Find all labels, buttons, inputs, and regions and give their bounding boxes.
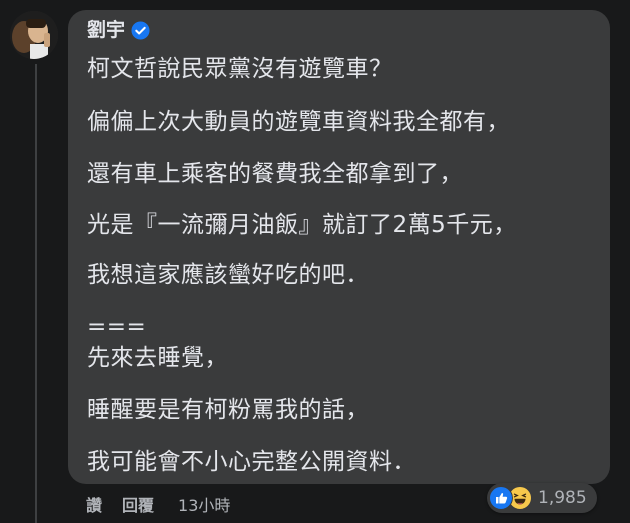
- comment-text-line: 睡醒要是有柯粉罵我的話，: [87, 397, 369, 423]
- comment-text-line: ===: [87, 314, 147, 340]
- reaction-count: 1,985: [538, 488, 587, 508]
- comment-bubble: 劉宇 柯文哲說民眾黨沒有遊覽車？ 偏偏上次大動員的遊覽車資料我全都有， 還有車上…: [68, 10, 610, 484]
- comment-text-line: 我可能會不小心完整公開資料．: [87, 449, 416, 475]
- author-name[interactable]: 劉宇: [87, 17, 125, 43]
- comment-text-line: 柯文哲說民眾黨沒有遊覽車？: [87, 56, 393, 82]
- like-icon: [489, 486, 513, 510]
- verified-badge-icon: [131, 20, 150, 40]
- avatar[interactable]: [10, 11, 58, 59]
- comment-text-line: 先來去睡覺，: [87, 345, 228, 371]
- avatar-image: [10, 11, 58, 59]
- thread-line: [35, 64, 37, 523]
- comment-text-line: 偏偏上次大動員的遊覽車資料我全都有，: [87, 109, 510, 135]
- comment-text-line: 我想這家應該蠻好吃的吧．: [87, 262, 369, 288]
- comment-text-line: 還有車上乘客的餐費我全都拿到了，: [87, 161, 463, 187]
- comment-actions: 讚 回覆 13小時: [86, 495, 230, 517]
- comment-author: 劉宇: [87, 17, 150, 43]
- reaction-summary[interactable]: 1,985: [487, 483, 597, 513]
- reply-link[interactable]: 回覆: [122, 495, 154, 517]
- comment-view: 劉宇 柯文哲說民眾黨沒有遊覽車？ 偏偏上次大動員的遊覽車資料我全都有， 還有車上…: [0, 0, 630, 523]
- comment-timestamp[interactable]: 13小時: [178, 495, 230, 517]
- comment-text-line: 光是『一流彌月油飯』就訂了2萬5千元，: [87, 212, 517, 238]
- like-link[interactable]: 讚: [86, 495, 102, 517]
